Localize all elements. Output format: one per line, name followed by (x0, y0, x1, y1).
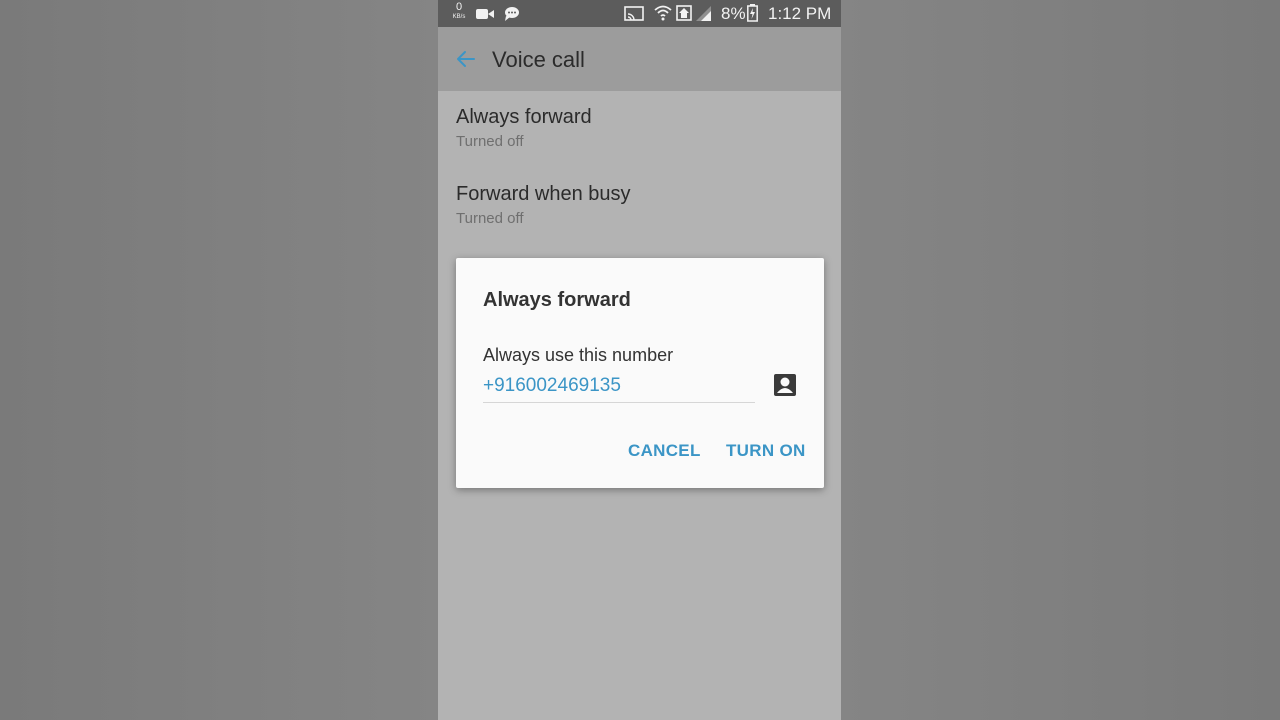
setting-forward-when-busy[interactable]: Forward when busy Turned off (456, 183, 631, 227)
data-speed-indicator: 0 KB/s (450, 1, 468, 22)
battery-percent: 8% (721, 4, 746, 23)
dialog-title: Always forward (483, 289, 631, 311)
forward-dialog: Always forward Always use this number CA… (456, 258, 824, 488)
setting-title: Always forward (456, 106, 592, 128)
setting-subtitle: Turned off (456, 133, 524, 150)
clock: 1:12 PM (768, 4, 832, 23)
setting-always-forward[interactable]: Always forward Turned off (456, 106, 592, 150)
contact-icon[interactable] (773, 373, 797, 397)
signal-icon (696, 6, 712, 26)
battery-icon (747, 4, 758, 27)
left-backdrop (0, 0, 438, 720)
home-icon (676, 5, 692, 26)
cancel-button[interactable]: CANCEL (628, 441, 701, 461)
right-backdrop (841, 0, 1280, 720)
chat-icon (504, 6, 520, 26)
video-icon (476, 6, 494, 26)
data-speed-value: 0 (455, 1, 463, 13)
setting-subtitle: Turned off (456, 210, 524, 227)
back-arrow-icon[interactable] (454, 47, 478, 71)
forward-number-input[interactable] (483, 370, 755, 403)
page-title: Voice call (492, 47, 585, 72)
app-bar: Voice call (438, 27, 841, 91)
data-speed-unit: KB/s (452, 14, 466, 20)
status-bar: 0 KB/s 8% 1:12 PM (438, 0, 841, 27)
wifi-icon (654, 4, 672, 26)
turn-on-button[interactable]: TURN ON (726, 441, 806, 461)
setting-title: Forward when busy (456, 183, 631, 205)
dialog-field-label: Always use this number (483, 345, 674, 365)
cast-icon (624, 6, 644, 26)
